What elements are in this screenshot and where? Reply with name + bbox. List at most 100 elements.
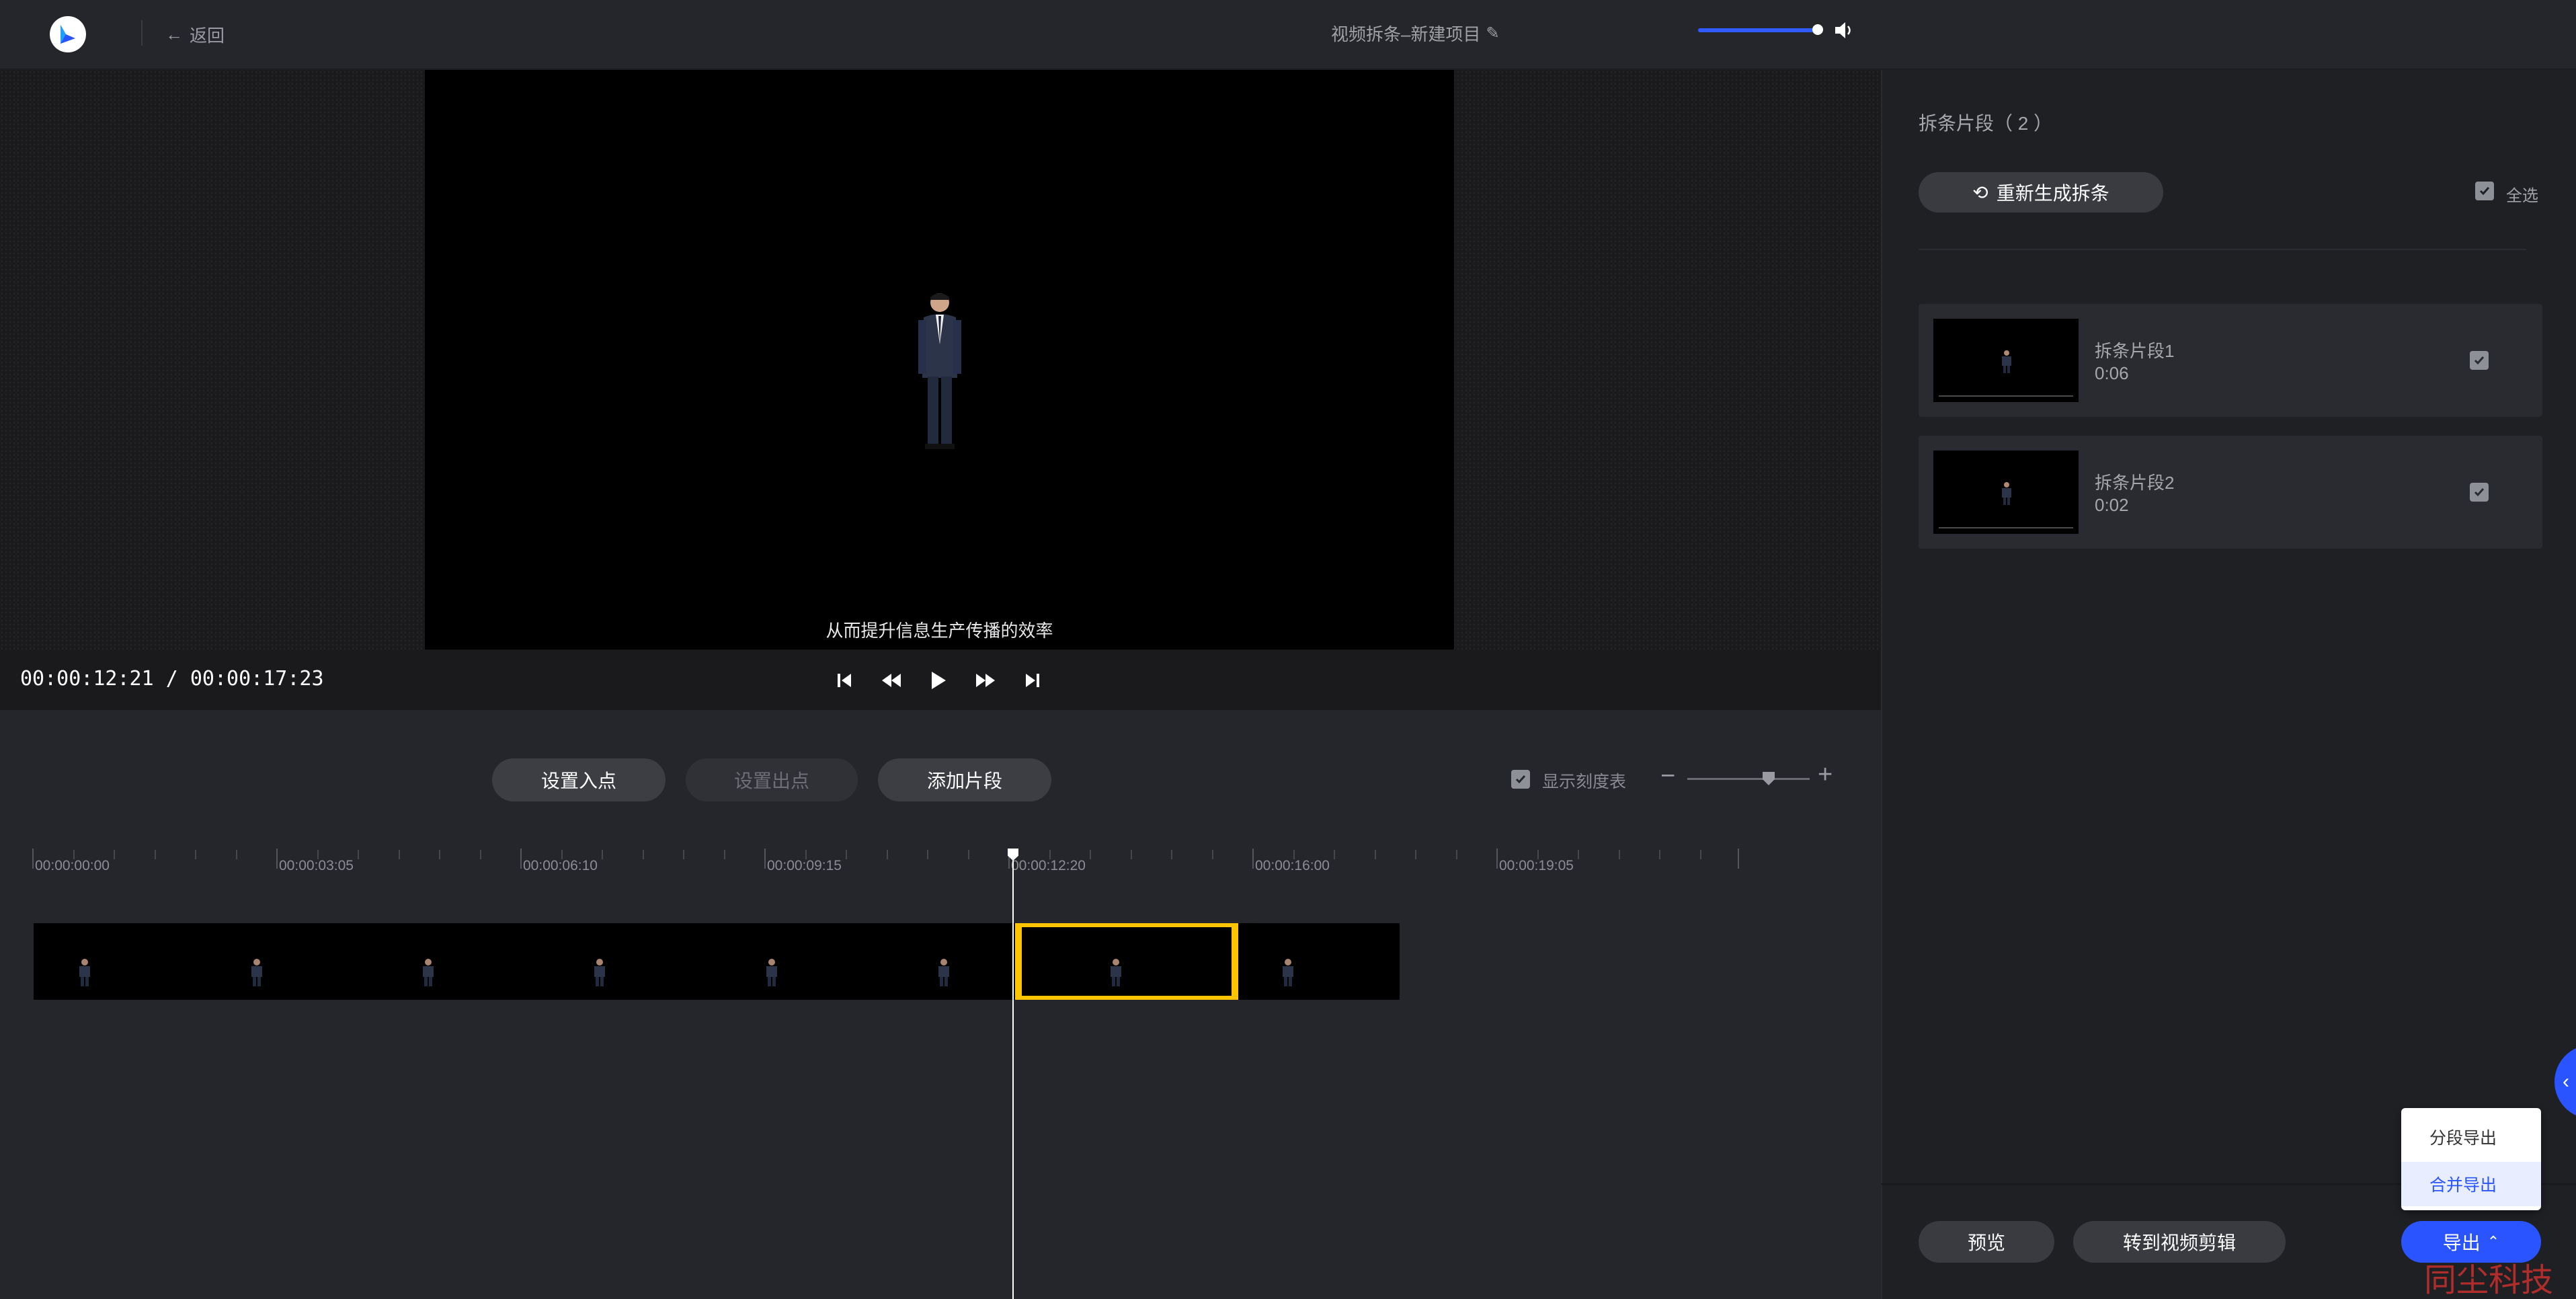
time-display: 00:00:12:21 / 00:00:17:23	[20, 667, 324, 691]
ruler-minor-tick	[1171, 850, 1172, 859]
export-label: 导出	[2442, 1232, 2481, 1253]
back-label: 返回	[190, 25, 225, 46]
ruler-minor-tick	[155, 850, 156, 859]
fast-forward-button[interactable]	[972, 667, 999, 694]
go-to-video-edit-button[interactable]: 转到视频剪辑	[2073, 1221, 2286, 1263]
app-logo[interactable]	[50, 16, 86, 52]
ruler-minor-tick	[439, 850, 440, 859]
fast-forward-icon	[976, 674, 995, 687]
zoom-slider[interactable]	[1687, 778, 1810, 780]
preview-button[interactable]: 预览	[1919, 1221, 2054, 1263]
track-frame-thumbnail	[766, 959, 777, 986]
skip-end-button[interactable]	[1019, 667, 1046, 694]
ruler-major-tick	[32, 849, 34, 869]
track-frame-thumbnail	[594, 959, 605, 986]
ruler-minor-tick	[1131, 850, 1132, 859]
player-controls: 00:00:12:21 / 00:00:17:23	[0, 650, 1881, 710]
ruler-minor-tick	[846, 850, 847, 859]
thumbnail-progress	[1939, 527, 2073, 528]
presenter-thumbnail-figure	[2002, 482, 2011, 505]
export-menu-item-separate[interactable]: 分段导出	[2401, 1115, 2541, 1159]
ruler-minor-tick	[1334, 850, 1335, 859]
track-frame-thumbnail	[251, 959, 262, 986]
project-title[interactable]: 视频拆条–新建项目 ✎	[1331, 20, 1500, 46]
ruler-tick-label: 00:00:06:10	[523, 858, 598, 873]
ruler-minor-tick	[1212, 850, 1213, 859]
playhead[interactable]	[1012, 854, 1014, 1299]
refresh-icon: ⟲	[1972, 182, 1988, 203]
selected-segment[interactable]	[1015, 923, 1238, 1000]
ruler-minor-tick	[236, 850, 237, 859]
track-frame-thumbnail	[938, 959, 949, 986]
volume-slider[interactable]	[1698, 28, 1819, 32]
select-all-checkbox[interactable]	[2475, 182, 2494, 200]
play-button[interactable]	[925, 667, 952, 694]
set-out-point-button[interactable]: 设置出点	[686, 758, 858, 801]
skip-end-icon	[1026, 674, 1039, 687]
ruler-minor-tick	[1619, 850, 1620, 859]
track-frame-thumbnail	[423, 959, 434, 986]
export-menu-item-merge[interactable]: 合并导出	[2401, 1162, 2541, 1206]
segment-duration: 0:06	[2095, 363, 2129, 383]
ruler-minor-tick	[73, 850, 75, 859]
segment-name: 拆条片段2	[2095, 473, 2175, 493]
show-scale-label: 显示刻度表	[1542, 773, 1627, 791]
ruler-tick-label: 00:00:12:20	[1011, 858, 1086, 873]
zoom-out-icon[interactable]: −	[1660, 762, 1675, 791]
app-root: ← 返回 视频拆条–新建项目 ✎ 从而提升信息生产传播的效率 00:00:12:…	[0, 0, 2576, 1299]
ruler-tick-label: 00:00:09:15	[767, 858, 842, 873]
segment-checkbox[interactable]	[2470, 483, 2489, 502]
video-subtitle: 从而提升信息生产传播的效率	[826, 621, 1053, 641]
segment-thumbnail	[1933, 319, 2079, 402]
segment-name: 拆条片段1	[2095, 341, 2175, 361]
logo-icon	[61, 25, 75, 44]
ruler-minor-tick	[1659, 850, 1660, 859]
track-frame-thumbnail	[1283, 959, 1293, 986]
regenerate-button[interactable]: ⟲ 重新生成拆条	[1919, 172, 2163, 212]
ruler-minor-tick	[1049, 850, 1051, 859]
presenter-thumbnail-figure	[2002, 350, 2011, 373]
ruler-minor-tick	[1375, 850, 1376, 859]
segment-thumbnail	[1933, 450, 2079, 534]
ruler-minor-tick	[358, 850, 359, 859]
ruler-minor-tick	[1700, 850, 1701, 859]
add-segment-button[interactable]: 添加片段	[878, 758, 1051, 801]
volume-slider-handle[interactable]	[1812, 24, 1823, 35]
checkmark-icon	[2474, 488, 2485, 497]
ruler-tick-label: 00:00:03:05	[279, 858, 354, 873]
segment-card[interactable]: 拆条片段2 0:02	[1919, 436, 2542, 549]
rewind-icon	[882, 674, 901, 687]
panel-title: 拆条片段（ 2 ）	[1919, 113, 2053, 134]
ruler-minor-tick	[968, 850, 969, 859]
panel-divider	[1919, 249, 2526, 250]
zoom-slider-handle[interactable]	[1763, 772, 1775, 785]
ruler-major-tick	[764, 849, 766, 869]
ruler-minor-tick	[887, 850, 888, 859]
volume-icon[interactable]	[1833, 19, 1855, 42]
ruler-minor-tick	[1578, 850, 1579, 859]
set-in-point-button[interactable]: 设置入点	[492, 758, 666, 801]
ruler-minor-tick	[602, 850, 603, 859]
header-divider	[141, 20, 143, 46]
show-scale-checkbox[interactable]	[1511, 770, 1530, 789]
skip-start-icon	[838, 674, 851, 687]
segment-card[interactable]: 拆条片段1 0:06	[1919, 304, 2542, 417]
ruler-minor-tick	[114, 850, 115, 859]
skip-start-button[interactable]	[831, 667, 858, 694]
back-button[interactable]: ← 返回	[165, 22, 225, 46]
segment-duration: 0:02	[2095, 495, 2129, 515]
chevron-left-icon: ‹	[2563, 1070, 2569, 1093]
rewind-button[interactable]	[878, 667, 905, 694]
ruler-tick-label: 00:00:16:00	[1255, 858, 1330, 873]
ruler-minor-tick	[643, 850, 644, 859]
ruler-tick-label: 00:00:00:00	[35, 858, 110, 873]
play-icon	[932, 672, 946, 689]
pencil-icon[interactable]: ✎	[1486, 24, 1499, 43]
top-header: ← 返回 视频拆条–新建项目 ✎	[0, 0, 2576, 70]
segment-checkbox[interactable]	[2470, 351, 2489, 370]
zoom-in-icon[interactable]: +	[1818, 760, 1833, 789]
ruler-tick-label: 00:00:19:05	[1499, 858, 1574, 873]
current-time: 00:00:12:21	[20, 667, 154, 691]
timeline-ruler[interactable]: 00:00:00:00 00:00:03:05 00:00:06:10 00:00:0…	[0, 849, 1881, 882]
ruler-minor-tick	[561, 850, 563, 859]
